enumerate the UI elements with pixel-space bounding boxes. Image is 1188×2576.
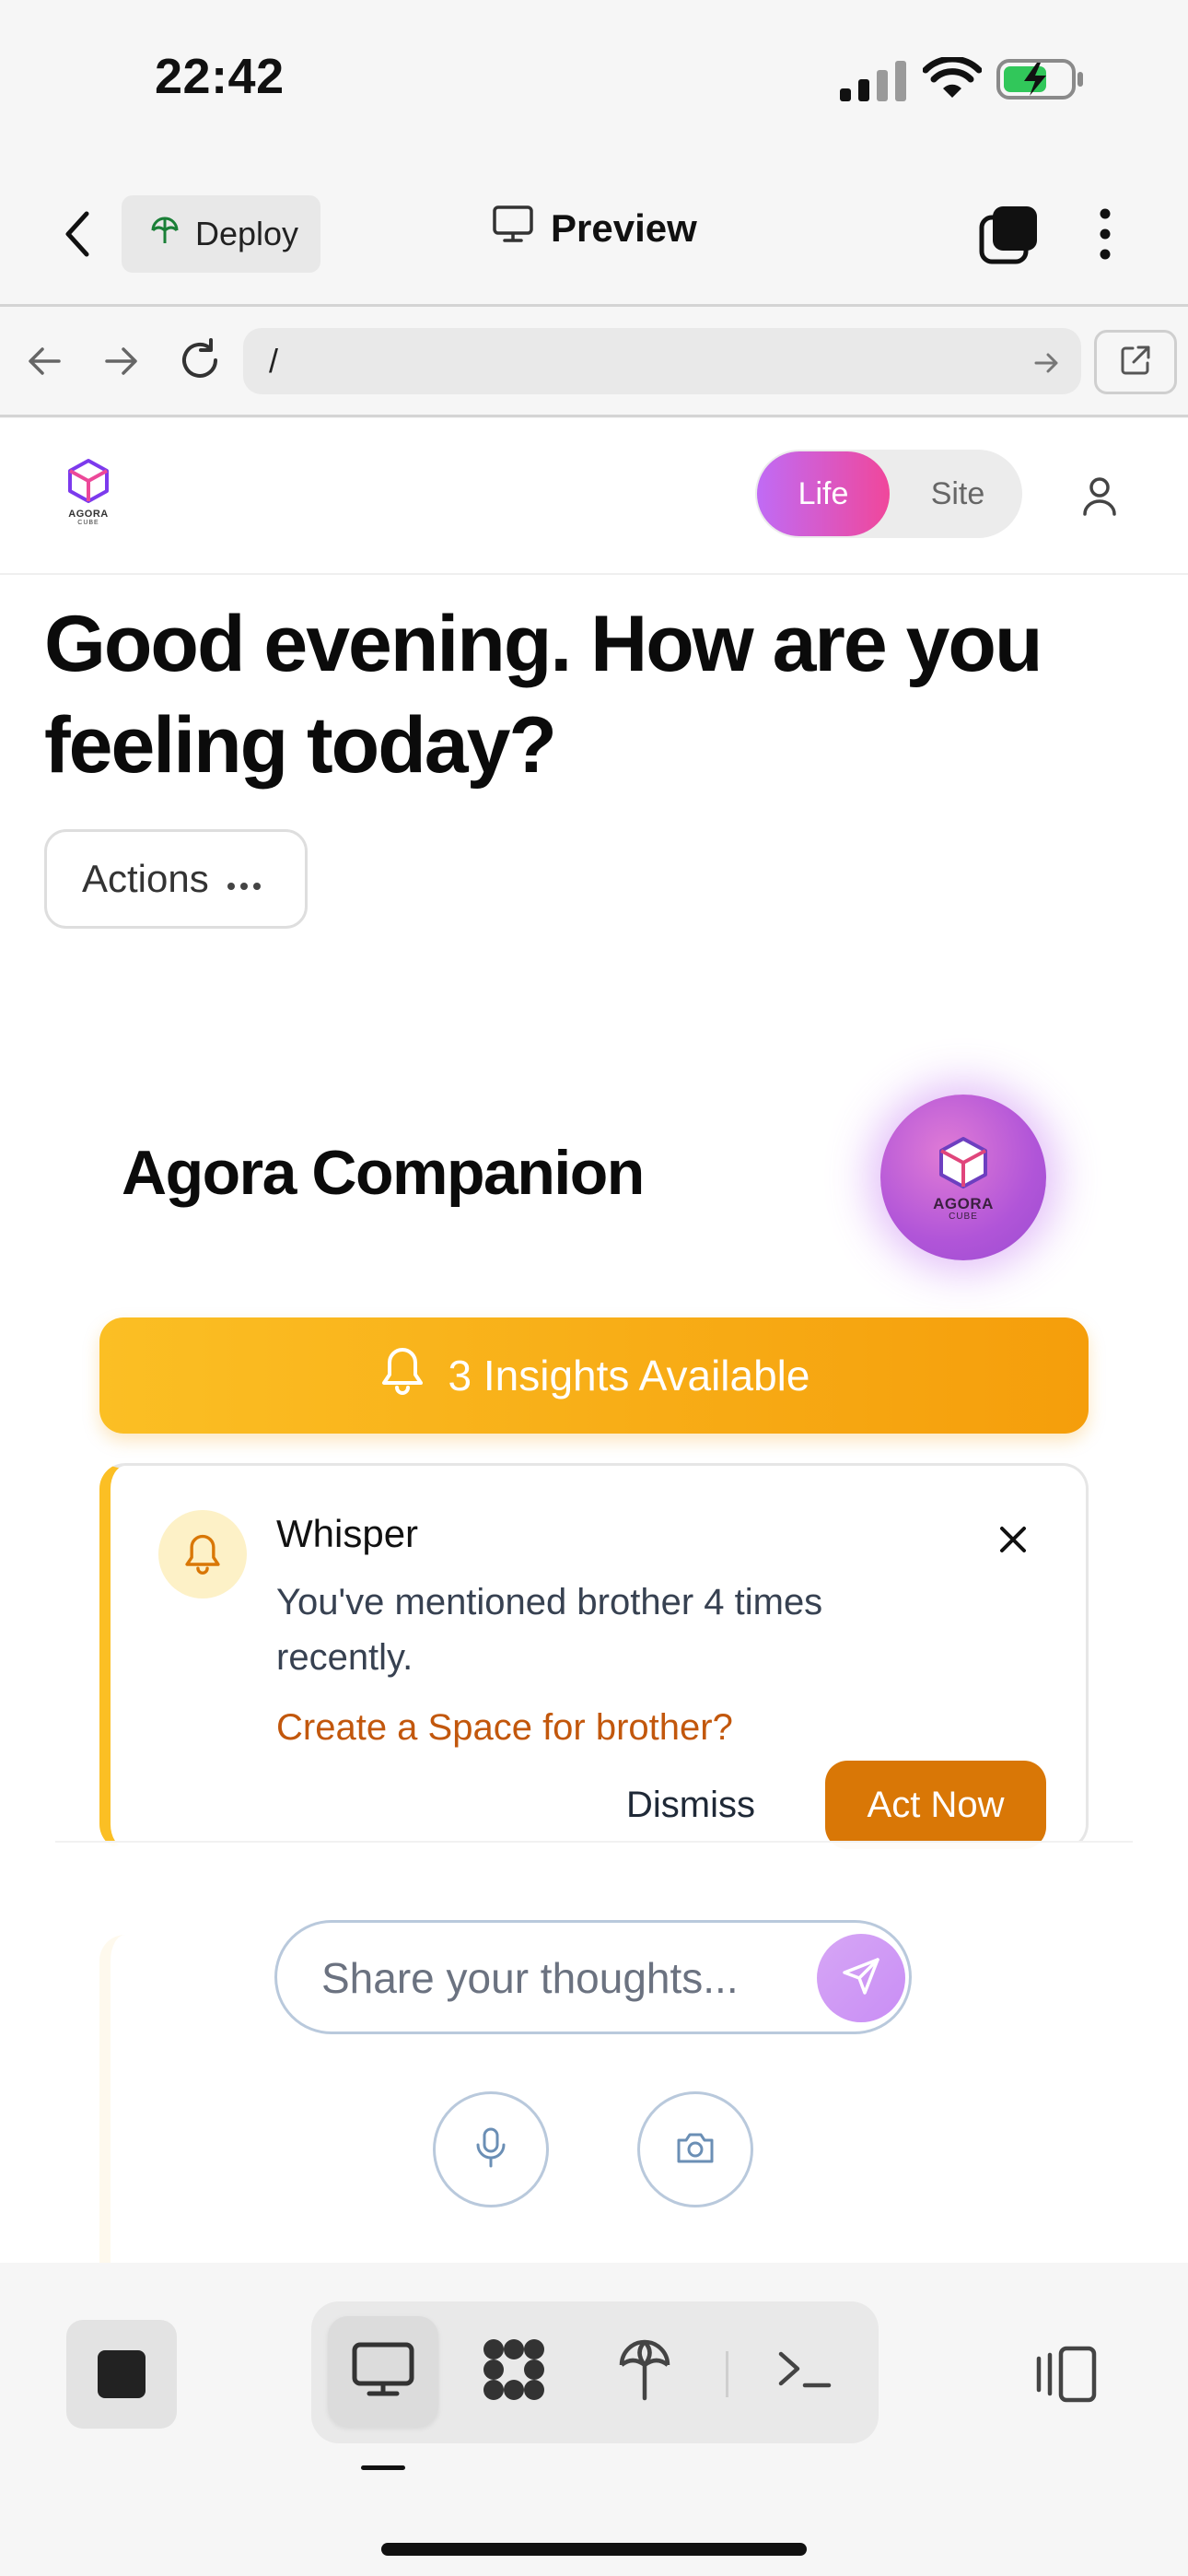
bell-icon xyxy=(158,1510,247,1598)
apps-icon xyxy=(479,2335,549,2409)
close-icon[interactable] xyxy=(995,1521,1031,1563)
active-tab-indicator xyxy=(361,2465,405,2470)
dismiss-button[interactable]: Dismiss xyxy=(626,1785,755,1826)
companion-title: Agora Companion xyxy=(122,1138,645,1208)
tool-separator xyxy=(726,2351,728,2397)
whisper-card: Whisper You've mentioned brother 4 times… xyxy=(99,1463,1089,1850)
logo-text: AGORA xyxy=(933,1194,994,1212)
bell-icon xyxy=(379,1345,426,1407)
monitor-icon xyxy=(351,2341,415,2403)
insights-button[interactable]: 3 Insights Available xyxy=(99,1317,1089,1434)
actions-label: Actions xyxy=(82,857,209,900)
life-site-toggle[interactable]: Life Site xyxy=(755,450,1022,538)
signal-icon xyxy=(840,61,910,106)
apps-tool[interactable] xyxy=(459,2316,569,2427)
deploy-button[interactable]: Deploy xyxy=(122,195,320,273)
insights-label: 3 Insights Available xyxy=(448,1352,810,1399)
greeting-heading: Good evening. How are you feeling today? xyxy=(44,600,1043,790)
terminal-tool[interactable] xyxy=(750,2316,860,2427)
cube-icon xyxy=(64,457,112,509)
more-horizontal-icon xyxy=(226,857,262,901)
open-external-icon xyxy=(1118,343,1153,382)
preview-tool[interactable] xyxy=(328,2316,438,2427)
back-icon[interactable] xyxy=(57,205,98,268)
arrow-left-icon[interactable] xyxy=(24,343,64,384)
url-bar[interactable]: / xyxy=(243,328,1081,394)
whisper-message: You've mentioned brother 4 times recentl… xyxy=(276,1582,823,1678)
microphone-button[interactable] xyxy=(433,2091,549,2207)
deploy-label: Deploy xyxy=(195,215,299,252)
battery-icon xyxy=(996,57,1085,106)
user-icon[interactable] xyxy=(1077,474,1122,522)
go-icon[interactable] xyxy=(1033,346,1061,385)
header-divider xyxy=(0,304,1188,307)
cube-icon xyxy=(935,1134,992,1196)
deploy-icon xyxy=(616,2337,673,2406)
thought-input[interactable] xyxy=(321,1941,800,2015)
tabs-icon[interactable] xyxy=(978,205,1039,270)
stop-button[interactable] xyxy=(66,2320,177,2429)
send-button[interactable] xyxy=(817,1934,905,2022)
microphone-icon xyxy=(473,2126,508,2173)
url-text: / xyxy=(269,342,279,380)
logo-subtext: CUBE xyxy=(949,1211,978,1222)
camera-button[interactable] xyxy=(637,2091,753,2207)
toggle-life[interactable]: Life xyxy=(757,451,890,536)
composer-overlay xyxy=(55,1841,1133,2263)
logo-subtext: CUBE xyxy=(77,520,99,526)
companion-avatar[interactable]: AGORA CUBE xyxy=(880,1095,1046,1260)
create-space-link[interactable]: Create a Space for brother? xyxy=(276,1707,733,1749)
send-icon xyxy=(839,1954,883,2003)
bottom-toolbar xyxy=(0,2263,1188,2576)
monitor-icon xyxy=(492,205,534,252)
stop-icon xyxy=(98,2350,146,2398)
whisper-title: Whisper xyxy=(276,1512,419,1555)
agora-logo[interactable]: AGORA CUBE xyxy=(52,457,125,531)
toggle-site[interactable]: Site xyxy=(893,450,1022,538)
tool-group xyxy=(311,2301,879,2443)
home-indicator xyxy=(381,2543,807,2556)
act-now-button[interactable]: Act Now xyxy=(825,1761,1046,1849)
deploy-tool[interactable] xyxy=(589,2316,700,2427)
reload-icon[interactable] xyxy=(177,337,223,388)
camera-icon xyxy=(674,2129,716,2171)
app-header: AGORA CUBE Life Site xyxy=(0,418,1188,575)
preview-title: Preview xyxy=(492,205,697,252)
actions-button[interactable]: Actions xyxy=(44,829,308,929)
app-preview: AGORA CUBE Life Site Good evening. How a… xyxy=(0,418,1188,2263)
status-time: 22:42 xyxy=(155,49,285,104)
panel-toggle-icon[interactable] xyxy=(1031,2344,1100,2409)
browser-divider xyxy=(0,415,1188,417)
wifi-icon xyxy=(922,55,983,106)
globe-icon xyxy=(149,215,181,254)
more-vertical-icon[interactable] xyxy=(1092,205,1118,268)
logo-text: AGORA xyxy=(68,509,109,520)
open-external-button[interactable] xyxy=(1094,330,1177,394)
terminal-icon xyxy=(775,2347,834,2397)
thought-input-container[interactable] xyxy=(274,1920,912,2034)
arrow-right-icon[interactable] xyxy=(101,343,142,384)
